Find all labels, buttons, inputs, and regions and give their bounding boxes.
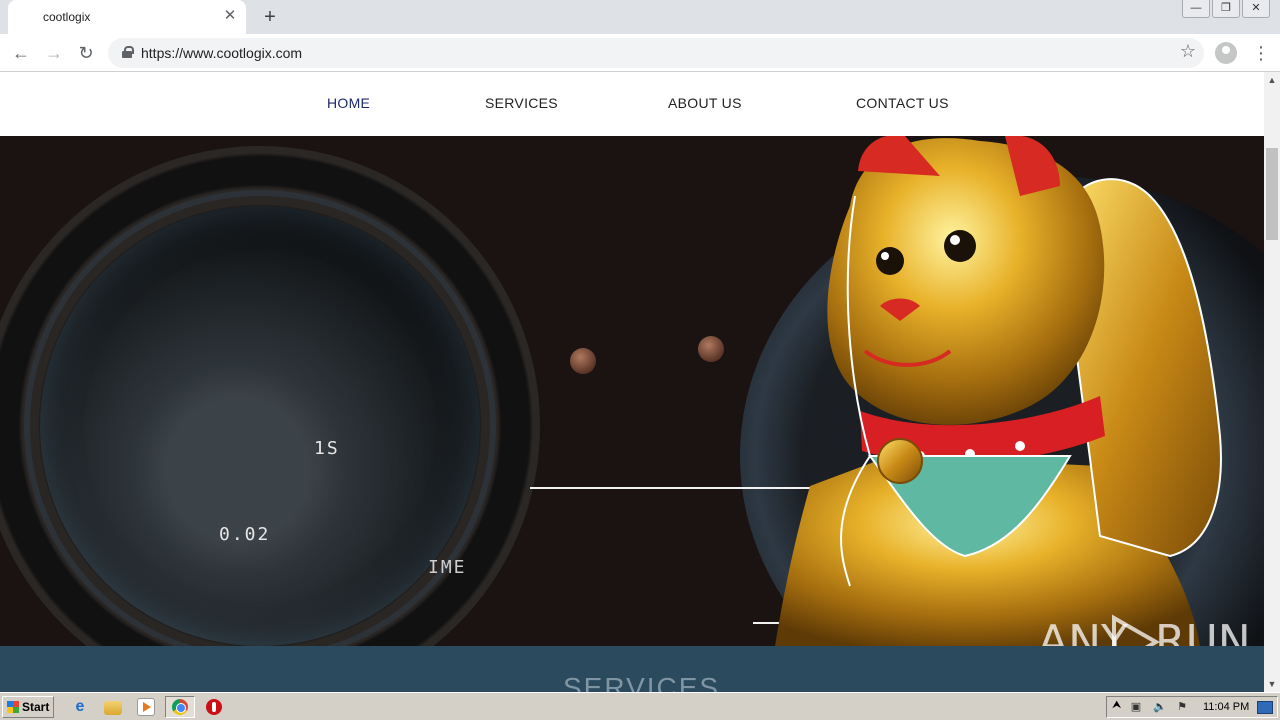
web-page: HOME SERVICES ABOUT US CONTACT US 1S 0.0… (0, 72, 1264, 692)
windows-logo-icon (7, 701, 19, 713)
volume-icon[interactable]: 🔈 (1153, 701, 1167, 714)
reload-button[interactable]: ↻ (74, 41, 98, 65)
nav-about-us[interactable]: ABOUT US (668, 95, 742, 111)
browser-tab[interactable]: cootlogix ✕ (8, 0, 246, 34)
nav-contact-us[interactable]: CONTACT US (856, 95, 949, 111)
nav-home[interactable]: HOME (327, 95, 370, 111)
folder-icon[interactable] (104, 701, 122, 715)
url-text[interactable]: https://www.cootlogix.com (141, 45, 302, 61)
hero-video: 1S 0.02 IME ANY RUN (0, 136, 1264, 646)
windows-taskbar: Start e ⮝ ▣ 🔈 ⚑ 11:04 PM (0, 692, 1280, 720)
profile-avatar-icon[interactable] (1215, 42, 1237, 64)
services-section: SERVICES (0, 646, 1264, 692)
services-heading: SERVICES (563, 672, 721, 692)
media-player-icon[interactable] (137, 698, 155, 716)
screen: cootlogix ✕ + — ❐ ✕ ← → ↻ https://www.co… (0, 0, 1280, 720)
tray-expand-icon[interactable]: ⮝ (1112, 699, 1121, 712)
start-label: Start (22, 700, 50, 714)
hero-overlay-text-2: 0.02 (219, 524, 271, 545)
lock-icon[interactable] (122, 46, 134, 58)
new-tab-button[interactable]: + (259, 6, 281, 28)
screw-right (698, 336, 724, 362)
action-center-flag-icon[interactable]: ⚑ (1175, 701, 1189, 714)
scroll-down-icon[interactable]: ▼ (1264, 676, 1280, 692)
browser-menu-icon[interactable]: ⋮ (1252, 41, 1270, 65)
chrome-taskbar-button[interactable] (165, 696, 195, 718)
bookmark-star-icon[interactable]: ☆ (1180, 41, 1196, 62)
start-button[interactable]: Start (2, 696, 54, 718)
site-navigation: HOME SERVICES ABOUT US CONTACT US (0, 72, 1264, 136)
network-icon[interactable]: ▣ (1129, 701, 1143, 714)
back-button[interactable]: ← (9, 41, 33, 65)
minimize-button[interactable]: — (1182, 0, 1210, 18)
show-desktop-icon[interactable] (1257, 701, 1273, 714)
browser-toolbar: ← → ↻ https://www.cootlogix.com ☆ ⋮ (0, 34, 1280, 72)
hero-overlay-text-3: IME (428, 557, 467, 578)
scroll-up-icon[interactable]: ▲ (1264, 72, 1280, 88)
lucky-cat-image (775, 136, 1222, 646)
watermark-play-icon (1112, 614, 1161, 646)
internet-explorer-icon[interactable]: e (71, 698, 89, 716)
tab-strip: cootlogix ✕ + — ❐ ✕ (0, 0, 1280, 34)
opera-icon[interactable] (206, 699, 222, 715)
anyrun-watermark: ANY RUN (1038, 614, 1251, 646)
chrome-icon (172, 699, 188, 715)
window-controls: — ❐ ✕ (1180, 0, 1270, 20)
close-window-button[interactable]: ✕ (1242, 0, 1270, 18)
page-scrollbar[interactable]: ▲ ▼ (1264, 72, 1280, 692)
speaker-left-cone (40, 206, 480, 646)
tab-title: cootlogix (43, 10, 91, 24)
system-tray: ⮝ ▣ 🔈 ⚑ 11:04 PM (1106, 696, 1278, 718)
screw-left (570, 348, 596, 374)
scrollbar-thumb[interactable] (1266, 148, 1278, 240)
restore-button[interactable]: ❐ (1212, 0, 1240, 18)
tab-close-icon[interactable]: ✕ (222, 8, 238, 24)
hero-overlay-text-1: 1S (314, 438, 340, 459)
clock[interactable]: 11:04 PM (1203, 701, 1249, 713)
watermark-run-text: RUN (1155, 616, 1251, 646)
nav-services[interactable]: SERVICES (485, 95, 558, 111)
forward-button[interactable]: → (42, 41, 66, 65)
address-bar[interactable]: https://www.cootlogix.com ☆ (108, 38, 1204, 68)
